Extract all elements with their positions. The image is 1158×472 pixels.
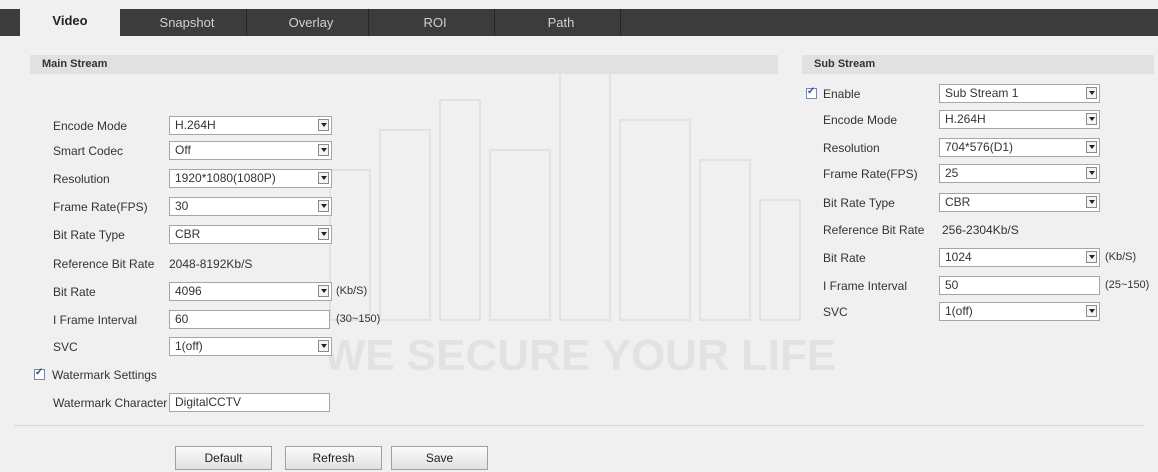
main-bit-rate-type-value: CBR: [175, 227, 201, 241]
sub-i-frame-interval-range: (25~150): [1105, 279, 1150, 291]
chevron-down-icon: [1086, 113, 1097, 125]
sub-bit-rate-value: 1024: [945, 250, 972, 264]
sub-bit-rate-select[interactable]: 1024: [939, 248, 1100, 267]
sub-bit-rate-unit: (Kb/S): [1105, 251, 1137, 263]
sub-svc-value: 1(off): [945, 304, 973, 318]
sub-stream-header: Sub Stream: [802, 55, 1154, 74]
sub-stream-value: Sub Stream 1: [945, 86, 1019, 100]
chevron-down-icon: [318, 119, 329, 131]
tab-path[interactable]: Path: [502, 9, 621, 36]
default-button[interactable]: Default: [175, 446, 272, 470]
watermark-slogan: WE SECURE YOUR LIFE: [324, 331, 837, 380]
main-bit-rate-select[interactable]: 4096: [169, 282, 332, 301]
watermark-character-input[interactable]: DigitalCCTV: [169, 393, 330, 412]
sub-frame-rate-value: 25: [945, 166, 959, 180]
chevron-down-icon: [318, 144, 329, 156]
chevron-down-icon: [1086, 87, 1097, 99]
main-smart-codec-label: Smart Codec: [53, 144, 124, 158]
main-resolution-select[interactable]: 1920*1080(1080P): [169, 169, 332, 188]
main-bit-rate-type-label: Bit Rate Type: [53, 228, 125, 242]
main-resolution-value: 1920*1080(1080P): [175, 171, 276, 185]
chevron-down-icon: [318, 228, 329, 240]
main-svc-value: 1(off): [175, 339, 203, 353]
main-frame-rate-label: Frame Rate(FPS): [53, 200, 148, 214]
main-bit-rate-value: 4096: [175, 284, 202, 298]
chevron-down-icon: [1086, 305, 1097, 317]
main-encode-mode-value: H.264H: [175, 118, 216, 132]
chevron-down-icon: [318, 172, 329, 184]
main-i-frame-interval-range: (30~150): [336, 313, 381, 325]
sub-resolution-label: Resolution: [823, 141, 880, 155]
sub-encode-mode-select[interactable]: H.264H: [939, 110, 1100, 129]
chevron-down-icon: [318, 285, 329, 297]
main-reference-bit-rate-label: Reference Bit Rate: [53, 257, 155, 271]
sub-i-frame-interval-label: I Frame Interval: [823, 279, 908, 293]
main-smart-codec-select[interactable]: Off: [169, 141, 332, 160]
main-bit-rate-type-select[interactable]: CBR: [169, 225, 332, 244]
sub-encode-mode-label: Encode Mode: [823, 113, 898, 127]
sub-frame-rate-select[interactable]: 25: [939, 164, 1100, 183]
watermark-settings-checkbox[interactable]: ✓: [34, 367, 45, 380]
main-smart-codec-value: Off: [175, 143, 191, 157]
sub-bit-rate-label: Bit Rate: [823, 251, 866, 265]
chevron-down-icon: [318, 340, 329, 352]
main-stream-header: Main Stream: [30, 55, 778, 74]
checkmark-icon: ✓: [35, 367, 44, 378]
watermark-character-label: Watermark Character: [53, 396, 168, 410]
sub-frame-rate-label: Frame Rate(FPS): [823, 167, 918, 181]
main-i-frame-interval-input[interactable]: 60: [169, 310, 330, 329]
chevron-down-icon: [318, 200, 329, 212]
sub-reference-bit-rate-label: Reference Bit Rate: [823, 223, 925, 237]
tab-snapshot[interactable]: Snapshot: [128, 9, 247, 36]
refresh-button[interactable]: Refresh: [285, 446, 382, 470]
main-i-frame-interval-label: I Frame Interval: [53, 313, 138, 327]
sub-bit-rate-type-label: Bit Rate Type: [823, 196, 895, 210]
main-encode-mode-select[interactable]: H.264H: [169, 116, 332, 135]
sub-encode-mode-value: H.264H: [945, 112, 986, 126]
chevron-down-icon: [1086, 167, 1097, 179]
tab-roi[interactable]: ROI: [376, 9, 495, 36]
main-bit-rate-label: Bit Rate: [53, 285, 96, 299]
sub-reference-bit-rate-value: 256-2304Kb/S: [942, 223, 1019, 237]
sub-enable-label: Enable: [823, 87, 861, 101]
divider: [14, 425, 1144, 426]
save-button[interactable]: Save: [391, 446, 488, 470]
checkmark-icon: ✓: [807, 86, 816, 97]
main-bit-rate-unit: (Kb/S): [336, 285, 368, 297]
main-frame-rate-select[interactable]: 30: [169, 197, 332, 216]
sub-svc-label: SVC: [823, 305, 848, 319]
sub-enable-checkbox[interactable]: ✓: [806, 86, 817, 99]
chevron-down-icon: [1086, 141, 1097, 153]
main-svc-label: SVC: [53, 340, 78, 354]
tab-bar: Video Snapshot Overlay ROI Path: [0, 0, 1158, 36]
sub-stream-select[interactable]: Sub Stream 1: [939, 84, 1100, 103]
sub-resolution-select[interactable]: 704*576(D1): [939, 138, 1100, 157]
sub-resolution-value: 704*576(D1): [945, 140, 1014, 154]
sub-svc-select[interactable]: 1(off): [939, 302, 1100, 321]
tab-video[interactable]: Video: [20, 6, 120, 36]
main-reference-bit-rate-value: 2048-8192Kb/S: [169, 257, 253, 271]
main-resolution-label: Resolution: [53, 172, 110, 186]
main-svc-select[interactable]: 1(off): [169, 337, 332, 356]
sub-bit-rate-type-select[interactable]: CBR: [939, 193, 1100, 212]
sub-bit-rate-type-value: CBR: [945, 195, 971, 209]
chevron-down-icon: [1086, 196, 1097, 208]
main-frame-rate-value: 30: [175, 199, 189, 213]
main-encode-mode-label: Encode Mode: [53, 119, 128, 133]
watermark-settings-label: Watermark Settings: [52, 368, 157, 382]
chevron-down-icon: [1086, 251, 1097, 263]
sub-i-frame-interval-input[interactable]: 50: [939, 276, 1100, 295]
tab-overlay[interactable]: Overlay: [254, 9, 369, 36]
